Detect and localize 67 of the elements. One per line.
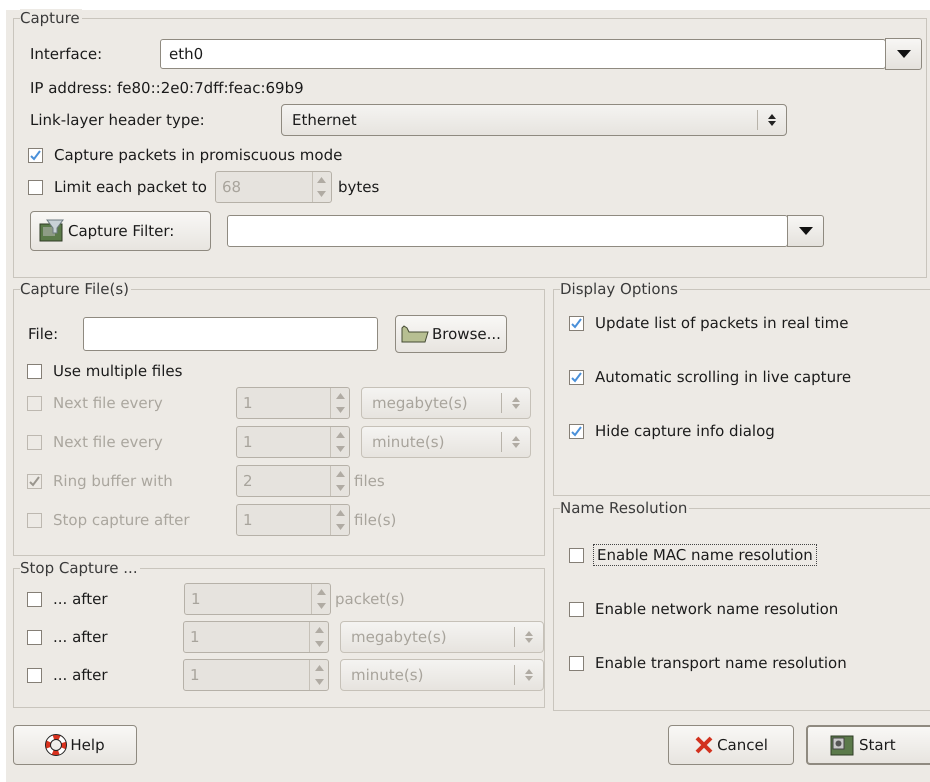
checkbox-label[interactable]: ... after <box>53 628 108 646</box>
checkbox[interactable] <box>569 370 584 384</box>
frame-title: Capture File(s) <box>20 280 132 298</box>
unit-label: bytes <box>338 178 380 196</box>
checkbox-label[interactable]: Update list of packets in real time <box>595 314 848 332</box>
checkbox-label[interactable]: ... after <box>53 590 108 608</box>
link-layer-select[interactable]: Ethernet <box>281 104 787 136</box>
field-label: File: <box>27 325 60 343</box>
field-label: Interface: <box>29 45 104 63</box>
up-down-arrows-icon <box>511 396 521 410</box>
caret-icon <box>798 227 812 235</box>
caret-icon <box>896 50 910 58</box>
frame-title: Display Options <box>560 280 680 298</box>
start-button[interactable]: Start <box>806 725 930 765</box>
checkbox[interactable] <box>28 148 43 162</box>
checkbox-label[interactable]: Enable transport name resolution <box>595 654 847 672</box>
lifebuoy-icon <box>45 734 68 756</box>
checkbox-label[interactable]: Use multiple files <box>53 362 182 380</box>
up-down-arrows-icon <box>511 435 521 449</box>
unit-label: files <box>354 472 385 490</box>
up-down-arrows-icon <box>524 668 534 682</box>
dropdown-button[interactable] <box>787 215 824 247</box>
spin-arrows-icon <box>336 432 344 452</box>
frame-title: Stop Capture ... <box>20 559 140 577</box>
spin-arrows-icon <box>314 665 324 685</box>
dropdown-button[interactable] <box>885 38 922 70</box>
spin-arrows-icon <box>314 627 324 647</box>
checkbox[interactable] <box>569 424 584 438</box>
unit-label: packet(s) <box>335 590 405 608</box>
checkbox-label[interactable]: Automatic scrolling in live capture <box>595 368 852 386</box>
up-down-arrows-icon <box>767 113 777 127</box>
up-down-arrows-icon <box>524 630 534 644</box>
spin-arrows-icon <box>316 589 326 609</box>
checkbox-label[interactable]: Hide capture info dialog <box>595 422 775 440</box>
checkbox-label[interactable]: Enable network name resolution <box>595 600 838 618</box>
checkbox-label[interactable]: ... after <box>53 666 108 684</box>
checkbox[interactable] <box>569 548 584 562</box>
checkbox-label[interactable]: Limit each packet to <box>54 178 207 196</box>
checkbox[interactable] <box>27 364 42 378</box>
browse-button[interactable]: Browse... <box>395 315 507 353</box>
cancel-button[interactable]: Cancel <box>668 725 794 765</box>
file-field[interactable] <box>83 317 378 351</box>
checkbox[interactable] <box>569 316 584 330</box>
spin-arrows-icon <box>336 471 344 491</box>
unit-label: file(s) <box>354 511 396 529</box>
spin-arrows-icon <box>336 510 344 530</box>
network-card-icon <box>830 733 856 757</box>
spin-arrows-icon <box>317 177 326 197</box>
checkbox[interactable] <box>27 630 42 644</box>
field-label: Link-layer header type: <box>29 111 206 129</box>
checkbox[interactable] <box>27 668 42 682</box>
checkbox[interactable] <box>569 656 584 670</box>
capture-filter-button[interactable]: Capture Filter: <box>30 211 211 251</box>
folder-icon <box>401 325 429 343</box>
checkbox[interactable] <box>28 180 43 194</box>
interface-field[interactable]: eth0 <box>160 39 886 69</box>
network-card-icon <box>39 219 65 243</box>
checkbox[interactable] <box>27 592 42 606</box>
checkbox-label[interactable]: Enable MAC name resolution <box>595 546 815 564</box>
checkbox-label[interactable]: Capture packets in promiscuous mode <box>54 146 342 164</box>
spin-arrows-icon <box>336 393 344 413</box>
checkbox[interactable] <box>569 602 584 616</box>
close-icon <box>694 735 714 755</box>
capture-filter-field[interactable] <box>227 215 788 247</box>
help-button[interactable]: Help <box>13 725 137 765</box>
frame-title: Capture <box>20 9 82 27</box>
ip-address-text: IP address: fe80::2e0:7dff:feac:69b9 <box>30 79 304 97</box>
